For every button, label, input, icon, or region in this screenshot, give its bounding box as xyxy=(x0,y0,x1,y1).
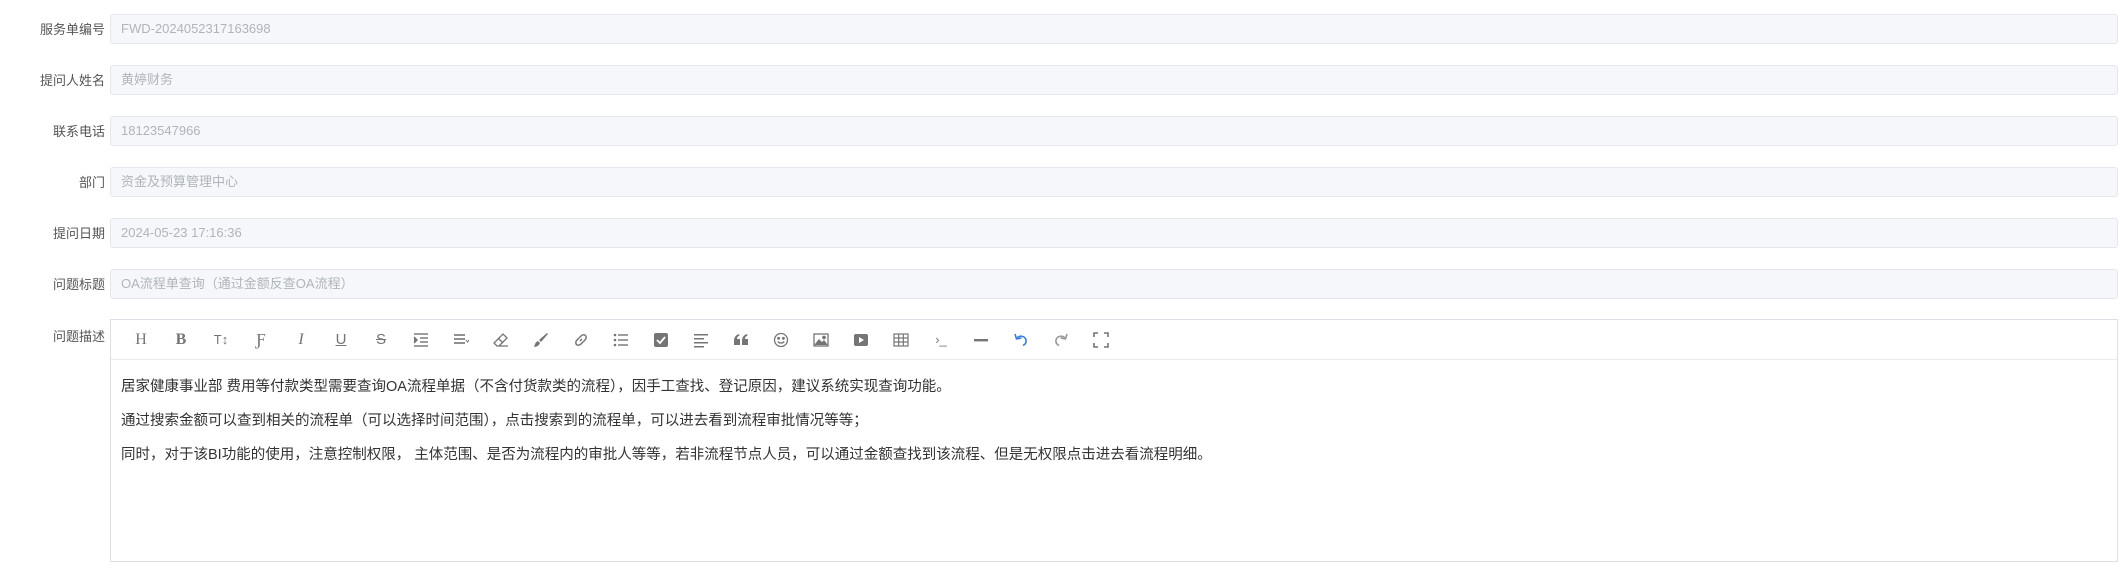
redo-icon[interactable] xyxy=(1041,325,1081,355)
description-label: 问题描述 xyxy=(52,329,105,344)
emoji-icon[interactable] xyxy=(761,325,801,355)
image-icon[interactable] xyxy=(801,325,841,355)
field-row-ask-date: 提问日期 2024-05-23 17:16:36 xyxy=(0,218,2124,252)
editor-toolbar: H B T↕ Ƒ I U S ›_ xyxy=(111,320,2117,360)
strike-glyph: S xyxy=(375,331,386,348)
ask-date-input[interactable]: 2024-05-23 17:16:36 xyxy=(110,218,2118,248)
heading-glyph: H xyxy=(135,330,147,348)
italic-glyph: I xyxy=(298,330,304,348)
service-no-input[interactable]: FWD-2024052317163698 xyxy=(110,14,2118,44)
department-label: 部门 xyxy=(78,175,105,190)
strikethrough-icon[interactable]: S xyxy=(361,325,401,355)
bold-glyph: B xyxy=(175,330,187,348)
underline-glyph: U xyxy=(335,331,347,348)
heading-icon[interactable]: H xyxy=(121,325,161,355)
font-glyph: Ƒ xyxy=(256,329,266,349)
phone-label: 联系电话 xyxy=(52,124,105,139)
description-editor[interactable]: H B T↕ Ƒ I U S ›_ 居家健康事业部 费用等付款类型需要查询OA流… xyxy=(110,319,2118,562)
title-input[interactable]: OA流程单查询（通过金额反查OA流程） xyxy=(110,269,2118,299)
service-no-label: 服务单编号 xyxy=(39,22,105,37)
video-icon[interactable] xyxy=(841,325,881,355)
field-row-service-no: 服务单编号 FWD-2024052317163698 xyxy=(0,14,2124,48)
description-line-3: 同时，对于该BI功能的使用，注意控制权限， 主体范围、是否为流程内的审批人等等，… xyxy=(121,447,1212,463)
font-icon[interactable]: Ƒ xyxy=(241,325,281,355)
editor-content[interactable]: 居家健康事业部 费用等付款类型需要查询OA流程单据（不含付货款类的流程），因手工… xyxy=(111,360,2117,482)
fullscreen-icon[interactable] xyxy=(1081,325,1121,355)
eraser-icon[interactable] xyxy=(481,325,521,355)
link-icon[interactable] xyxy=(561,325,601,355)
table-icon[interactable] xyxy=(881,325,921,355)
field-row-phone: 联系电话 18123547966 xyxy=(0,116,2124,150)
code-glyph: ›_ xyxy=(935,332,947,347)
description-line-2: 通过搜索金额可以查到相关的流程单（可以选择时间范围），点击搜索到的流程单，可以进… xyxy=(121,413,868,429)
italic-icon[interactable]: I xyxy=(281,325,321,355)
text-size-glyph: T↕ xyxy=(213,332,229,347)
align-icon[interactable] xyxy=(441,325,481,355)
field-row-title: 问题标题 OA流程单查询（通过金额反查OA流程） xyxy=(0,269,2124,303)
brush-icon[interactable] xyxy=(521,325,561,355)
text-size-icon[interactable]: T↕ xyxy=(201,325,241,355)
divider-line-icon[interactable] xyxy=(961,325,1001,355)
bullet-list-icon[interactable] xyxy=(601,325,641,355)
field-row-asker-name: 提问人姓名 黄婷财务 xyxy=(0,65,2124,99)
phone-input[interactable]: 18123547966 xyxy=(110,116,2118,146)
undo-icon[interactable] xyxy=(1001,325,1041,355)
asker-name-input[interactable]: 黄婷财务 xyxy=(110,65,2118,95)
service-form: 服务单编号 FWD-2024052317163698 提问人姓名 黄婷财务 联系… xyxy=(0,0,2124,570)
field-row-department: 部门 资金及预算管理中心 xyxy=(0,167,2124,201)
underline-icon[interactable]: U xyxy=(321,325,361,355)
department-input[interactable]: 资金及预算管理中心 xyxy=(110,167,2118,197)
asker-name-label: 提问人姓名 xyxy=(39,73,105,88)
bold-icon[interactable]: B xyxy=(161,325,201,355)
indent-icon[interactable] xyxy=(401,325,441,355)
description-line-1: 居家健康事业部 费用等付款类型需要查询OA流程单据（不含付货款类的流程），因手工… xyxy=(121,379,951,395)
justify-icon[interactable] xyxy=(681,325,721,355)
checkbox-icon[interactable] xyxy=(641,325,681,355)
ask-date-label: 提问日期 xyxy=(52,226,105,241)
code-icon[interactable]: ›_ xyxy=(921,325,961,355)
title-label: 问题标题 xyxy=(52,277,105,292)
quote-icon[interactable] xyxy=(721,325,761,355)
